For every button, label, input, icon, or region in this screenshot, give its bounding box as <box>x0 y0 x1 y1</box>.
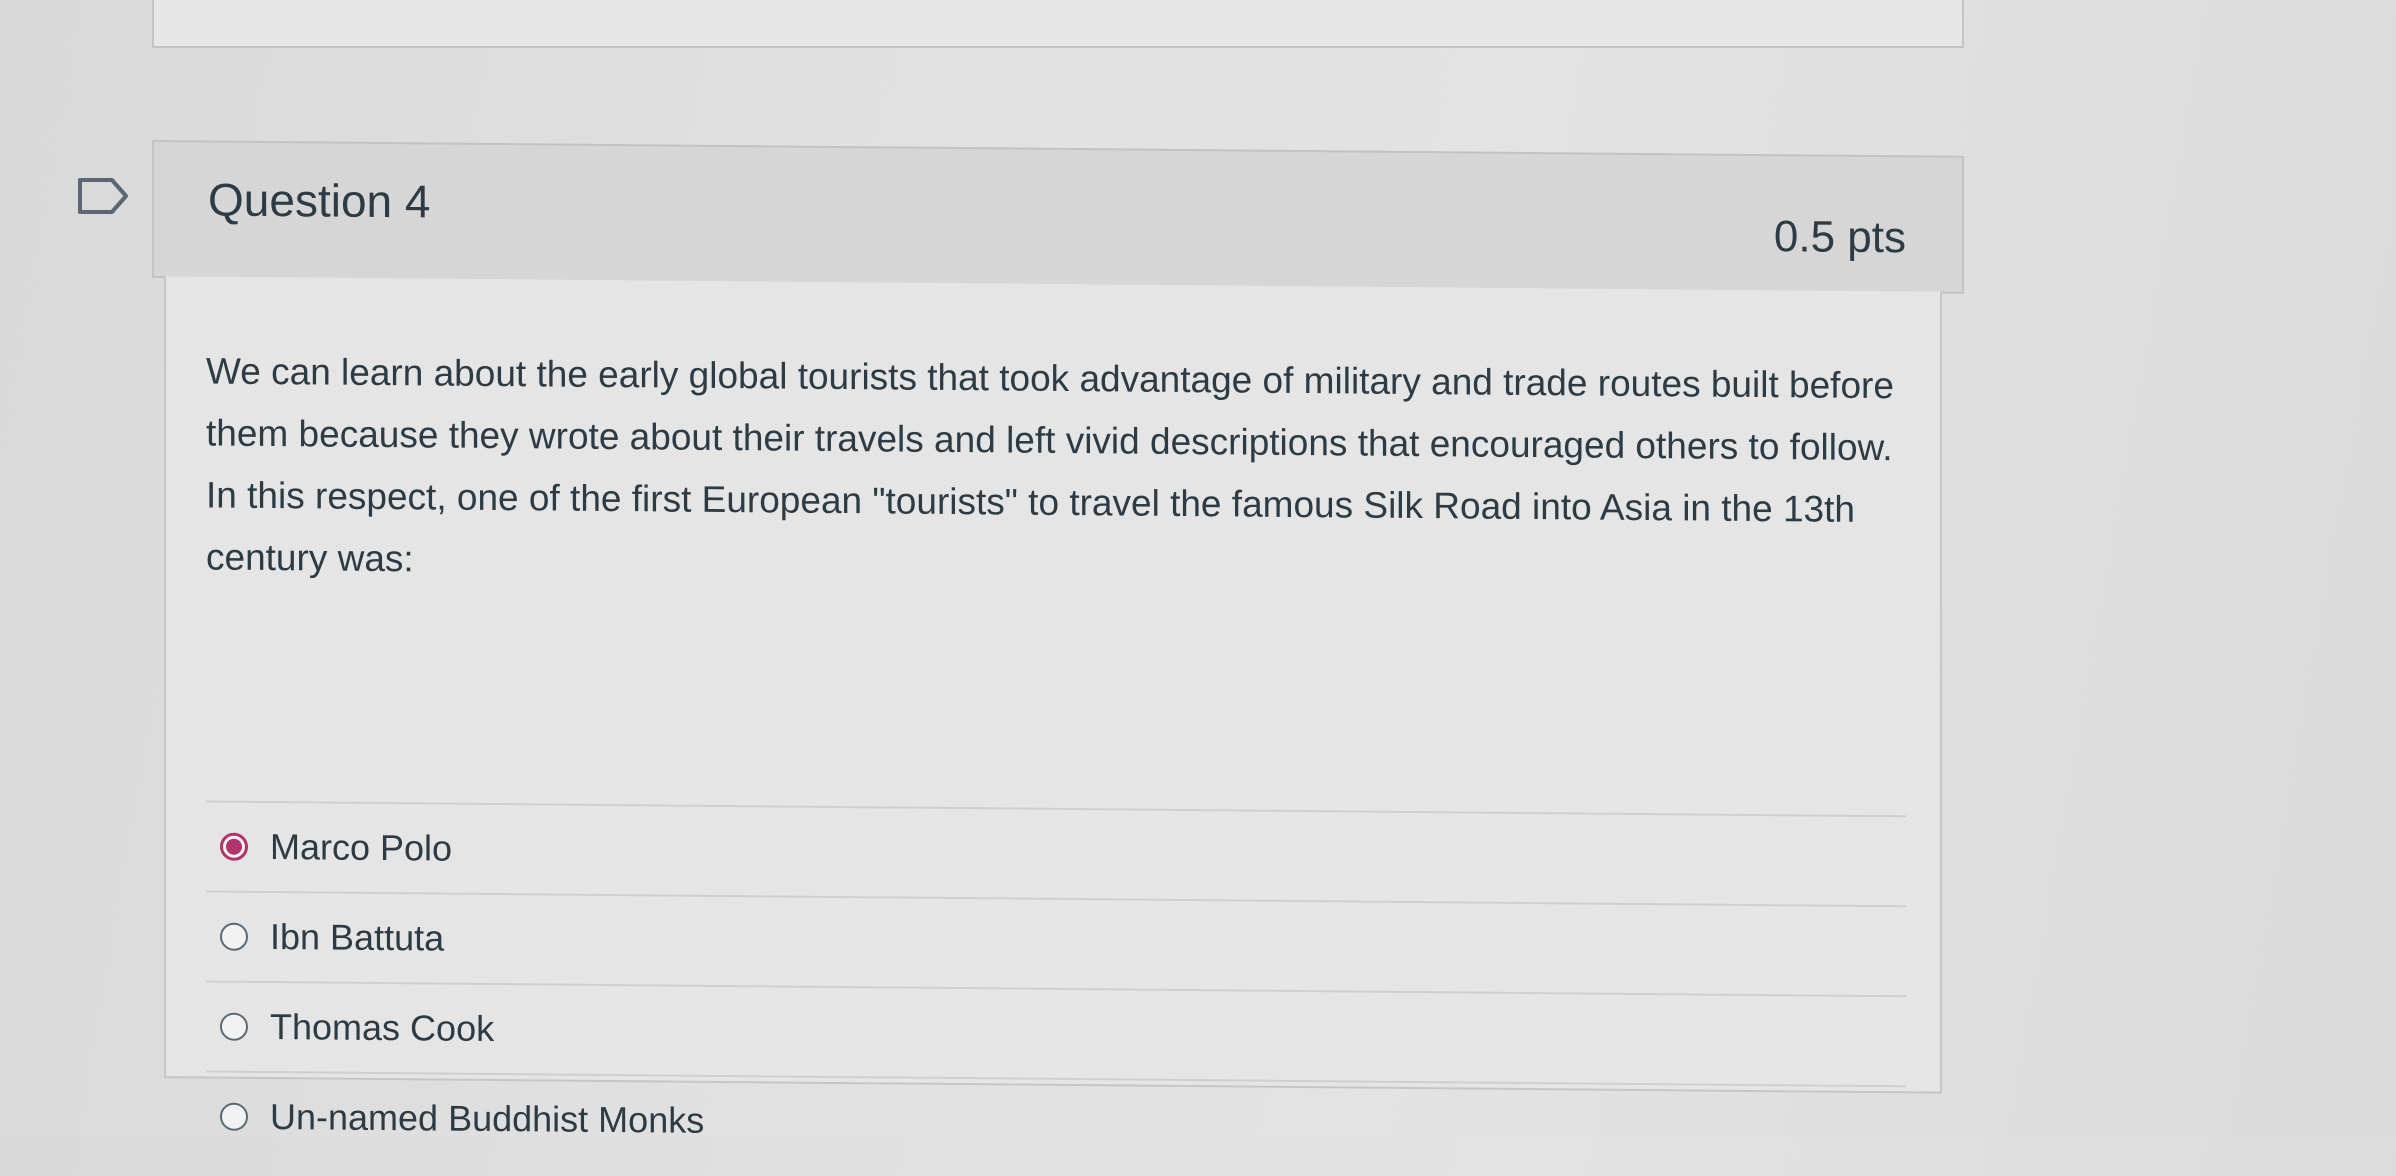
answer-option-marco-polo[interactable]: Marco Polo <box>206 802 1906 908</box>
answer-label[interactable]: Marco Polo <box>270 826 452 870</box>
question-body: We can learn about the early global tour… <box>164 276 1942 1176</box>
previous-question-card <box>152 0 1964 48</box>
answer-option-thomas-cook[interactable]: Thomas Cook <box>206 982 1906 1088</box>
question-points: 0.5 pts <box>1773 212 1906 263</box>
question-card: Question 4 0.5 pts We can learn about th… <box>152 140 1964 1176</box>
answer-label[interactable]: Thomas Cook <box>270 1006 494 1050</box>
radio-button[interactable] <box>220 922 248 951</box>
radio-button[interactable] <box>220 1012 248 1041</box>
answer-label[interactable]: Ibn Battuta <box>270 916 444 960</box>
question-header: Question 4 0.5 pts <box>152 140 1964 294</box>
question-text: We can learn about the early global tour… <box>206 350 1894 580</box>
radio-button[interactable] <box>220 1102 248 1131</box>
question-title: Question 4 <box>208 173 431 228</box>
answer-option-buddhist-monks[interactable]: Un-named Buddhist Monks <box>206 1072 1906 1175</box>
answer-label[interactable]: Un-named Buddhist Monks <box>270 1096 704 1142</box>
radio-button-selected[interactable] <box>220 832 248 861</box>
answer-option-ibn-battuta[interactable]: Ibn Battuta <box>206 892 1906 998</box>
answer-list: Marco Polo Ibn Battuta Thomas Cook Un-na… <box>206 800 1906 1176</box>
flag-question-icon[interactable] <box>76 176 132 216</box>
